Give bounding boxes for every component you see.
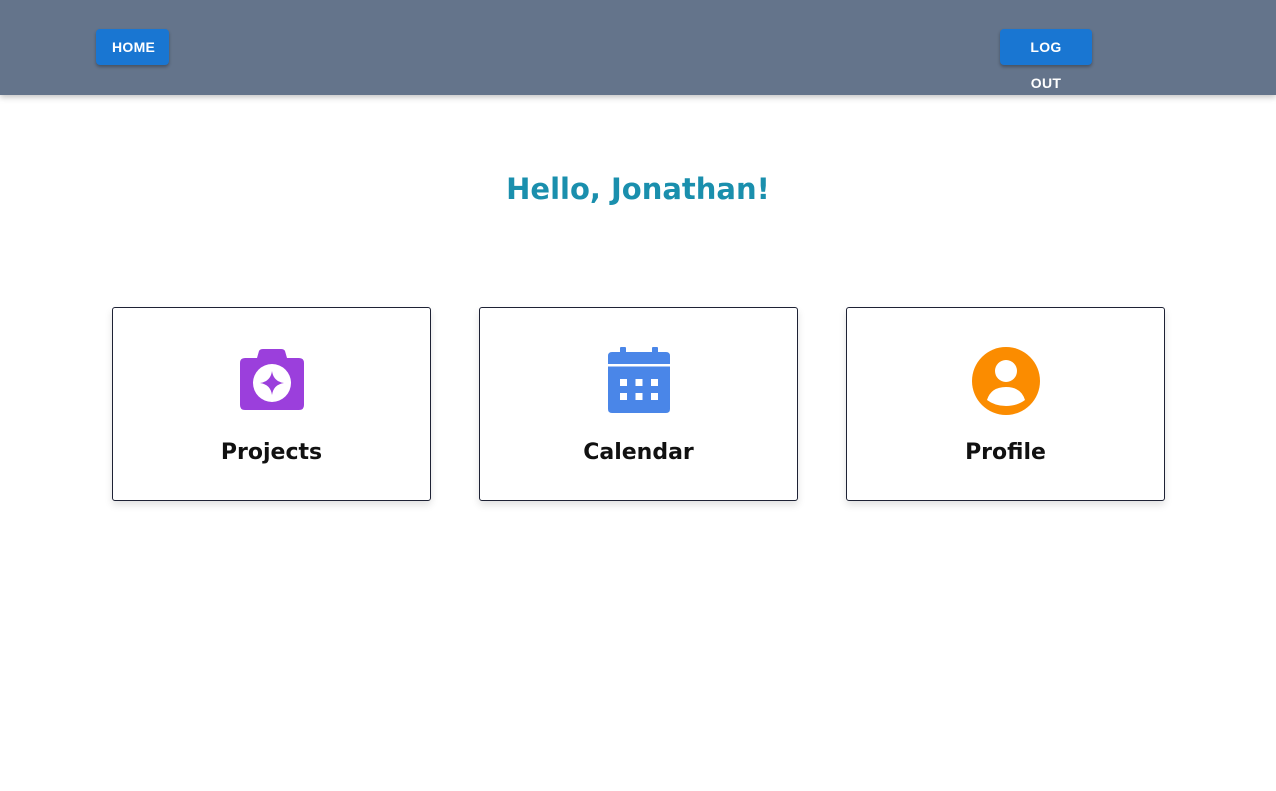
calendar-icon: [607, 347, 670, 413]
logout-button[interactable]: LOG OUT: [1000, 29, 1092, 91]
projects-card[interactable]: Projects: [112, 307, 431, 501]
profile-card-label: Profile: [965, 440, 1046, 465]
top-app-bar: HOME LOG OUT: [0, 0, 1276, 95]
profile-card[interactable]: Profile: [846, 307, 1165, 501]
projects-card-label: Projects: [220, 440, 323, 465]
home-button[interactable]: HOME: [96, 29, 169, 65]
calendar-card[interactable]: Calendar: [479, 307, 798, 501]
camera-icon: [239, 349, 304, 410]
person-icon: [971, 347, 1040, 415]
greeting-heading: Hello, Jonathan!: [506, 172, 770, 206]
calendar-card-label: Calendar: [583, 440, 694, 465]
